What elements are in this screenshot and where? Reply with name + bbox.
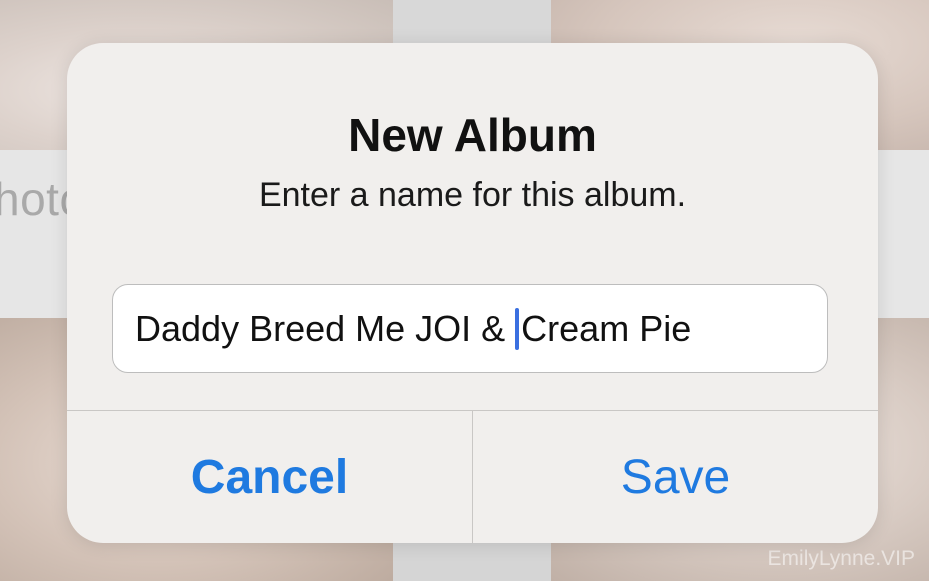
save-button[interactable]: Save [473,411,878,543]
input-text-after-caret: Cream Pie [521,307,692,349]
input-text-before-caret: Daddy Breed Me JOI & [135,307,516,349]
album-name-input[interactable]: Daddy Breed Me JOI & Cream Pie [112,284,828,373]
alert-title: New Album [348,109,597,161]
watermark-text: EmilyLynne.VIP [767,547,915,570]
text-caret [515,307,520,350]
new-album-alert: New Album Enter a name for this album. D… [67,43,878,543]
alert-message: Enter a name for this album. [258,176,687,214]
cancel-button[interactable]: Cancel [67,411,472,543]
